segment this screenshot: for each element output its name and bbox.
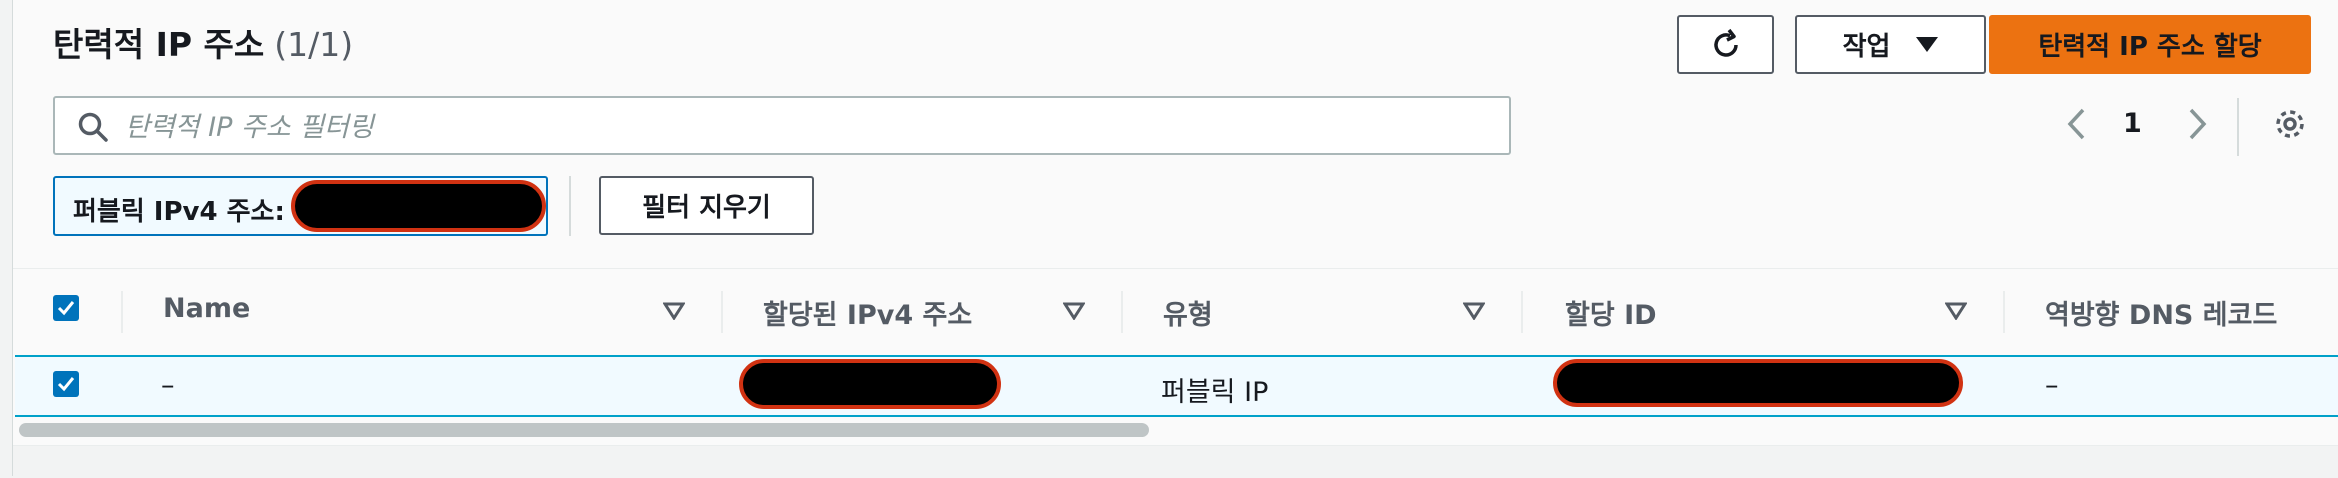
filter-token[interactable]: 퍼블릭 IPv4 주소: [53,176,548,236]
horizontal-scrollbar[interactable] [19,423,1149,437]
column-divider [121,291,123,333]
sort-icon[interactable] [1063,302,1085,320]
table-footer [13,445,2338,478]
table-row[interactable]: – 퍼블릭 IP – [15,355,2338,417]
search-field[interactable] [53,96,1511,155]
elastic-ip-panel: 탄력적 IP 주소 (1/1) 작업 탄력적 IP 주소 할당 1 퍼블릭 IP… [12,0,2338,478]
cell-name: – [161,370,175,401]
redacted-allocation-id [1553,359,1963,407]
divider [569,176,571,236]
cell-type: 퍼블릭 IP [1161,377,1269,408]
column-divider [721,291,723,333]
column-divider [1521,291,1523,333]
page-title: 탄력적 IP 주소 [53,25,265,64]
column-divider [2003,291,2005,333]
row-checkbox[interactable] [53,371,79,397]
checkmark-icon [57,301,75,316]
settings-gear-icon[interactable] [2272,106,2308,142]
column-header-allocation-id[interactable]: 할당 ID [1565,293,1657,332]
sort-icon[interactable] [1945,302,1967,320]
column-header-reverse-dns[interactable]: 역방향 DNS 레코드 [2045,293,2277,332]
redacted-filter-value [291,180,546,232]
header: 탄력적 IP 주소 (1/1) [53,18,353,66]
refresh-button[interactable] [1677,15,1774,74]
select-all-checkbox[interactable] [53,295,79,321]
checkmark-icon [57,377,75,392]
caret-down-icon [1916,37,1939,52]
divider [2237,98,2239,156]
column-header-allocated-ipv4[interactable]: 할당된 IPv4 주소 [763,293,972,332]
sort-icon[interactable] [663,302,685,320]
previous-page-icon[interactable] [2065,106,2089,142]
allocate-label: 탄력적 IP 주소 할당 [2038,32,2262,62]
elastic-ip-table: Name 할당된 IPv4 주소 유형 할당 ID 역방향 DNS 레코드 – … [13,268,2338,478]
column-header-name[interactable]: Name [163,293,250,324]
refresh-icon [1713,28,1738,57]
column-header-type[interactable]: 유형 [1163,293,1213,332]
clear-filters-label: 필터 지우기 [642,193,771,223]
actions-dropdown-button[interactable]: 작업 [1795,15,1986,74]
clear-filters-button[interactable]: 필터 지우기 [599,176,814,235]
next-page-icon[interactable] [2185,106,2209,142]
allocate-elastic-ip-button[interactable]: 탄력적 IP 주소 할당 [1989,15,2311,74]
actions-label: 작업 [1842,32,1891,62]
item-count: (1/1) [274,25,354,64]
current-page-number[interactable]: 1 [2123,108,2142,139]
sort-icon[interactable] [1463,302,1485,320]
search-icon [78,112,108,142]
filter-token-label: 퍼블릭 IPv4 주소: [73,197,285,227]
search-input[interactable] [123,106,1487,148]
cell-reverse-dns: – [2045,370,2059,401]
redacted-allocated-ipv4 [739,359,1001,409]
column-divider [1121,291,1123,333]
